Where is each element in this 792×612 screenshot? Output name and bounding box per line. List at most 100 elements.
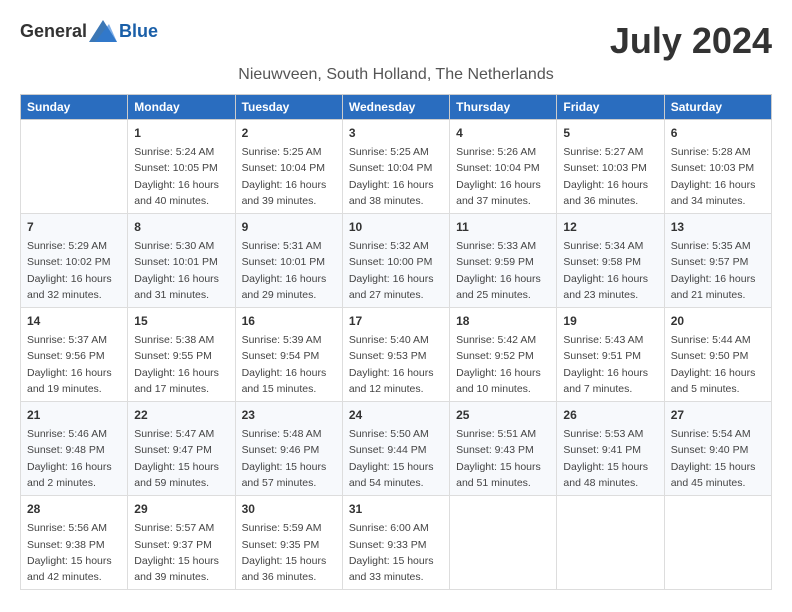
day-number: 10: [349, 218, 443, 236]
calendar-cell: [21, 120, 128, 214]
day-info: Sunrise: 5:35 AM Sunset: 9:57 PM Dayligh…: [671, 238, 765, 303]
day-number: 7: [27, 218, 121, 236]
day-number: 28: [27, 500, 121, 518]
calendar-cell: 2 Sunrise: 5:25 AM Sunset: 10:04 PM Dayli…: [235, 120, 342, 214]
col-thursday: Thursday: [450, 95, 557, 120]
calendar-cell: 4 Sunrise: 5:26 AM Sunset: 10:04 PM Dayli…: [450, 120, 557, 214]
day-info: Sunrise: 5:56 AM Sunset: 9:38 PM Dayligh…: [27, 520, 121, 585]
day-number: 19: [563, 312, 657, 330]
calendar-table: Sunday Monday Tuesday Wednesday Thursday…: [20, 94, 772, 590]
day-info: Sunrise: 5:24 AM Sunset: 10:05 PM Daylig…: [134, 144, 228, 209]
calendar-cell: 31 Sunrise: 6:00 AM Sunset: 9:33 PM Dayli…: [342, 496, 449, 590]
calendar-cell: 29 Sunrise: 5:57 AM Sunset: 9:37 PM Dayli…: [128, 496, 235, 590]
calendar-cell: 28 Sunrise: 5:56 AM Sunset: 9:38 PM Dayli…: [21, 496, 128, 590]
day-info: Sunrise: 5:25 AM Sunset: 10:04 PM Daylig…: [349, 144, 443, 209]
day-number: 14: [27, 312, 121, 330]
day-info: Sunrise: 5:44 AM Sunset: 9:50 PM Dayligh…: [671, 332, 765, 397]
calendar-cell: 10Sunrise: 5:32 AM Sunset: 10:00 PM Dayl…: [342, 214, 449, 308]
calendar-cell: 13 Sunrise: 5:35 AM Sunset: 9:57 PM Dayli…: [664, 214, 771, 308]
calendar-cell: 20Sunrise: 5:44 AM Sunset: 9:50 PM Dayli…: [664, 308, 771, 402]
calendar-header-row: Sunday Monday Tuesday Wednesday Thursday…: [21, 95, 772, 120]
calendar-cell: 23 Sunrise: 5:48 AM Sunset: 9:46 PM Dayli…: [235, 402, 342, 496]
day-number: 11: [456, 218, 550, 236]
day-number: 13: [671, 218, 765, 236]
calendar-cell: 25Sunrise: 5:51 AM Sunset: 9:43 PM Dayli…: [450, 402, 557, 496]
day-number: 8: [134, 218, 228, 236]
day-number: 5: [563, 124, 657, 142]
calendar-cell: 26Sunrise: 5:53 AM Sunset: 9:41 PM Dayli…: [557, 402, 664, 496]
day-info: Sunrise: 5:29 AM Sunset: 10:02 PM Daylig…: [27, 238, 121, 303]
col-monday: Monday: [128, 95, 235, 120]
day-number: 29: [134, 500, 228, 518]
day-info: Sunrise: 5:54 AM Sunset: 9:40 PM Dayligh…: [671, 426, 765, 491]
calendar-cell: 8 Sunrise: 5:30 AM Sunset: 10:01 PM Dayli…: [128, 214, 235, 308]
day-number: 2: [242, 124, 336, 142]
day-info: Sunrise: 6:00 AM Sunset: 9:33 PM Dayligh…: [349, 520, 443, 585]
day-info: Sunrise: 5:27 AM Sunset: 10:03 PM Daylig…: [563, 144, 657, 209]
calendar-cell: [450, 496, 557, 590]
day-number: 26: [563, 406, 657, 424]
day-info: Sunrise: 5:43 AM Sunset: 9:51 PM Dayligh…: [563, 332, 657, 397]
day-info: Sunrise: 5:25 AM Sunset: 10:04 PM Daylig…: [242, 144, 336, 209]
page-container: General Blue July 2024 Nieuwveen, South …: [20, 20, 772, 590]
day-info: Sunrise: 5:30 AM Sunset: 10:01 PM Daylig…: [134, 238, 228, 303]
calendar-cell: 21Sunrise: 5:46 AM Sunset: 9:48 PM Dayli…: [21, 402, 128, 496]
day-number: 30: [242, 500, 336, 518]
day-number: 31: [349, 500, 443, 518]
day-info: Sunrise: 5:48 AM Sunset: 9:46 PM Dayligh…: [242, 426, 336, 491]
calendar-week-row-2: 7 Sunrise: 5:29 AM Sunset: 10:02 PM Dayli…: [21, 214, 772, 308]
day-info: Sunrise: 5:47 AM Sunset: 9:47 PM Dayligh…: [134, 426, 228, 491]
day-info: Sunrise: 5:26 AM Sunset: 10:04 PM Daylig…: [456, 144, 550, 209]
col-saturday: Saturday: [664, 95, 771, 120]
logo-general: General: [20, 21, 87, 42]
day-info: Sunrise: 5:39 AM Sunset: 9:54 PM Dayligh…: [242, 332, 336, 397]
calendar-week-row-5: 28 Sunrise: 5:56 AM Sunset: 9:38 PM Dayli…: [21, 496, 772, 590]
day-number: 9: [242, 218, 336, 236]
day-info: Sunrise: 5:57 AM Sunset: 9:37 PM Dayligh…: [134, 520, 228, 585]
calendar-cell: 22Sunrise: 5:47 AM Sunset: 9:47 PM Dayli…: [128, 402, 235, 496]
day-number: 23: [242, 406, 336, 424]
calendar-cell: 19 Sunrise: 5:43 AM Sunset: 9:51 PM Dayli…: [557, 308, 664, 402]
col-wednesday: Wednesday: [342, 95, 449, 120]
calendar-cell: 16Sunrise: 5:39 AM Sunset: 9:54 PM Dayli…: [235, 308, 342, 402]
calendar-cell: 7 Sunrise: 5:29 AM Sunset: 10:02 PM Dayli…: [21, 214, 128, 308]
location-subtitle: Nieuwveen, South Holland, The Netherland…: [20, 66, 772, 84]
calendar-cell: 6 Sunrise: 5:28 AM Sunset: 10:03 PM Dayli…: [664, 120, 771, 214]
day-number: 4: [456, 124, 550, 142]
logo-icon: [89, 20, 117, 42]
col-sunday: Sunday: [21, 95, 128, 120]
day-number: 17: [349, 312, 443, 330]
day-number: 1: [134, 124, 228, 142]
calendar-cell: 12 Sunrise: 5:34 AM Sunset: 9:58 PM Dayli…: [557, 214, 664, 308]
day-info: Sunrise: 5:59 AM Sunset: 9:35 PM Dayligh…: [242, 520, 336, 585]
day-info: Sunrise: 5:34 AM Sunset: 9:58 PM Dayligh…: [563, 238, 657, 303]
calendar-cell: 24Sunrise: 5:50 AM Sunset: 9:44 PM Dayli…: [342, 402, 449, 496]
title-area: July 2024: [610, 20, 772, 62]
calendar-week-row-1: 1 Sunrise: 5:24 AM Sunset: 10:05 PM Dayli…: [21, 120, 772, 214]
day-info: Sunrise: 5:40 AM Sunset: 9:53 PM Dayligh…: [349, 332, 443, 397]
day-number: 12: [563, 218, 657, 236]
calendar-cell: 1 Sunrise: 5:24 AM Sunset: 10:05 PM Dayli…: [128, 120, 235, 214]
logo: General Blue: [20, 20, 158, 42]
calendar-cell: 15Sunrise: 5:38 AM Sunset: 9:55 PM Dayli…: [128, 308, 235, 402]
day-info: Sunrise: 5:50 AM Sunset: 9:44 PM Dayligh…: [349, 426, 443, 491]
calendar-cell: [557, 496, 664, 590]
calendar-cell: 14 Sunrise: 5:37 AM Sunset: 9:56 PM Dayli…: [21, 308, 128, 402]
day-info: Sunrise: 5:31 AM Sunset: 10:01 PM Daylig…: [242, 238, 336, 303]
day-info: Sunrise: 5:51 AM Sunset: 9:43 PM Dayligh…: [456, 426, 550, 491]
day-info: Sunrise: 5:33 AM Sunset: 9:59 PM Dayligh…: [456, 238, 550, 303]
calendar-cell: 27 Sunrise: 5:54 AM Sunset: 9:40 PM Dayli…: [664, 402, 771, 496]
calendar-cell: 17 Sunrise: 5:40 AM Sunset: 9:53 PM Dayli…: [342, 308, 449, 402]
logo-blue: Blue: [119, 21, 158, 42]
day-number: 27: [671, 406, 765, 424]
day-info: Sunrise: 5:37 AM Sunset: 9:56 PM Dayligh…: [27, 332, 121, 397]
calendar-week-row-4: 21Sunrise: 5:46 AM Sunset: 9:48 PM Dayli…: [21, 402, 772, 496]
header: General Blue July 2024: [20, 20, 772, 62]
calendar-cell: 11 Sunrise: 5:33 AM Sunset: 9:59 PM Dayli…: [450, 214, 557, 308]
day-number: 6: [671, 124, 765, 142]
calendar-cell: 5 Sunrise: 5:27 AM Sunset: 10:03 PM Dayli…: [557, 120, 664, 214]
calendar-cell: 30 Sunrise: 5:59 AM Sunset: 9:35 PM Dayli…: [235, 496, 342, 590]
day-number: 18: [456, 312, 550, 330]
day-info: Sunrise: 5:28 AM Sunset: 10:03 PM Daylig…: [671, 144, 765, 209]
day-info: Sunrise: 5:42 AM Sunset: 9:52 PM Dayligh…: [456, 332, 550, 397]
